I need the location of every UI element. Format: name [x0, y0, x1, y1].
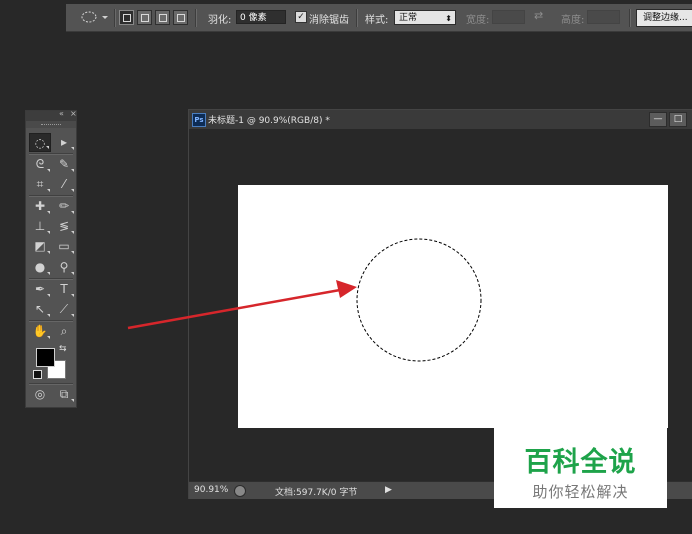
- subtract-selection-icon: [159, 14, 167, 22]
- tools-panel: « × ◌ ▸ ᘓ ✎ ⌗ ⁄ ✚ ✏ ⊥ ≶ ◩ ▭ ● ⚲ ✒ T ↖ ⟋ …: [25, 109, 77, 408]
- blur-icon[interactable]: ●: [29, 258, 51, 277]
- add-selection-icon: [141, 14, 149, 22]
- new-selection-button[interactable]: [119, 10, 134, 25]
- crop-icon[interactable]: ⌗: [29, 175, 51, 194]
- intersect-selection-button[interactable]: [173, 10, 188, 25]
- restore-button[interactable]: □: [669, 112, 687, 127]
- separator: [114, 9, 116, 27]
- elliptical-marquee-icon[interactable]: ◌: [29, 133, 51, 152]
- hand-icon[interactable]: ✋: [29, 322, 51, 341]
- height-label: 高度:: [561, 15, 585, 26]
- feather-label: 羽化:: [208, 15, 232, 26]
- watermark: 百科全说 助你轻松解决: [494, 428, 667, 508]
- options-bar: 羽化: 0 像素 ✓ 消除锯齿 样式: 正常 ⬍ 宽度: ⇄ 高度: 调整边缘.…: [66, 4, 692, 32]
- intersect-selection-icon: [177, 14, 185, 22]
- style-label: 样式:: [365, 15, 389, 26]
- tool-preset-picker[interactable]: [80, 9, 110, 25]
- height-input[interactable]: [587, 10, 620, 24]
- watermark-title: 百科全说: [524, 447, 637, 478]
- double-chevron-icon[interactable]: «: [59, 109, 64, 118]
- feather-input[interactable]: 0 像素: [236, 10, 286, 24]
- add-to-selection-button[interactable]: [137, 10, 152, 25]
- document-tab[interactable]: Ps 未标题-1 @ 90.9%(RGB/8) * — □: [189, 110, 692, 130]
- line-icon[interactable]: ⟋: [53, 300, 75, 319]
- swap-colors-icon[interactable]: ⇆: [59, 344, 67, 354]
- watermark-subtitle: 助你轻松解决: [532, 483, 629, 501]
- separator: [356, 9, 358, 27]
- path-selection-icon[interactable]: ↖: [29, 300, 51, 319]
- clone-stamp-icon[interactable]: ⊥: [29, 217, 51, 236]
- subtract-from-selection-button[interactable]: [155, 10, 170, 25]
- document-size-info: 文档:597.7K/0 字节: [275, 488, 358, 498]
- quick-mask-icon[interactable]: ◎: [29, 385, 51, 404]
- antialias-checkbox[interactable]: ✓: [295, 11, 307, 23]
- photoshop-icon: Ps: [192, 113, 206, 127]
- history-brush-icon[interactable]: ≶: [53, 217, 75, 236]
- elliptical-selection: [356, 238, 482, 362]
- separator: [629, 9, 631, 27]
- eraser-icon[interactable]: ◩: [29, 237, 51, 256]
- dodge-icon[interactable]: ⚲: [53, 258, 75, 277]
- refine-edge-button[interactable]: 调整边缘...: [636, 9, 692, 27]
- zoom-level[interactable]: 90.91%: [194, 485, 228, 495]
- canvas[interactable]: [238, 185, 668, 428]
- tools-panel-grip[interactable]: [26, 121, 76, 128]
- document-title: 未标题-1 @ 90.9%(RGB/8) *: [208, 116, 330, 126]
- tools-panel-header: « ×: [26, 109, 77, 121]
- status-info-icon[interactable]: [234, 485, 246, 497]
- swap-dimensions-icon[interactable]: ⇄: [534, 9, 543, 22]
- default-colors-icon[interactable]: [33, 370, 42, 379]
- style-select[interactable]: 正常 ⬍: [394, 10, 456, 25]
- move-icon[interactable]: ▸: [53, 133, 75, 152]
- gradient-icon[interactable]: ▭: [53, 237, 75, 256]
- new-selection-icon: [123, 14, 131, 22]
- quick-selection-icon[interactable]: ✎: [53, 155, 75, 174]
- eyedropper-icon[interactable]: ⁄: [53, 175, 75, 194]
- style-select-value: 正常: [399, 13, 418, 23]
- close-icon[interactable]: ×: [70, 109, 77, 118]
- separator: [195, 9, 197, 27]
- lasso-icon[interactable]: ᘓ: [29, 155, 51, 174]
- foreground-color-swatch[interactable]: [36, 348, 55, 367]
- type-icon[interactable]: T: [53, 280, 75, 299]
- select-arrow-icon: ⬍: [445, 14, 452, 23]
- screen-mode-icon[interactable]: ⧉: [53, 385, 75, 404]
- elliptical-marquee-icon: [81, 11, 108, 23]
- zoom-icon[interactable]: ⌕: [53, 322, 75, 341]
- brush-icon[interactable]: ✏: [53, 197, 75, 216]
- minimize-button[interactable]: —: [649, 112, 667, 127]
- width-label: 宽度:: [466, 15, 490, 26]
- spot-healing-icon[interactable]: ✚: [29, 197, 51, 216]
- pen-icon[interactable]: ✒: [29, 280, 51, 299]
- status-menu-arrow-icon[interactable]: ▶: [385, 485, 392, 495]
- width-input[interactable]: [492, 10, 525, 24]
- antialias-label: 消除锯齿: [309, 15, 349, 26]
